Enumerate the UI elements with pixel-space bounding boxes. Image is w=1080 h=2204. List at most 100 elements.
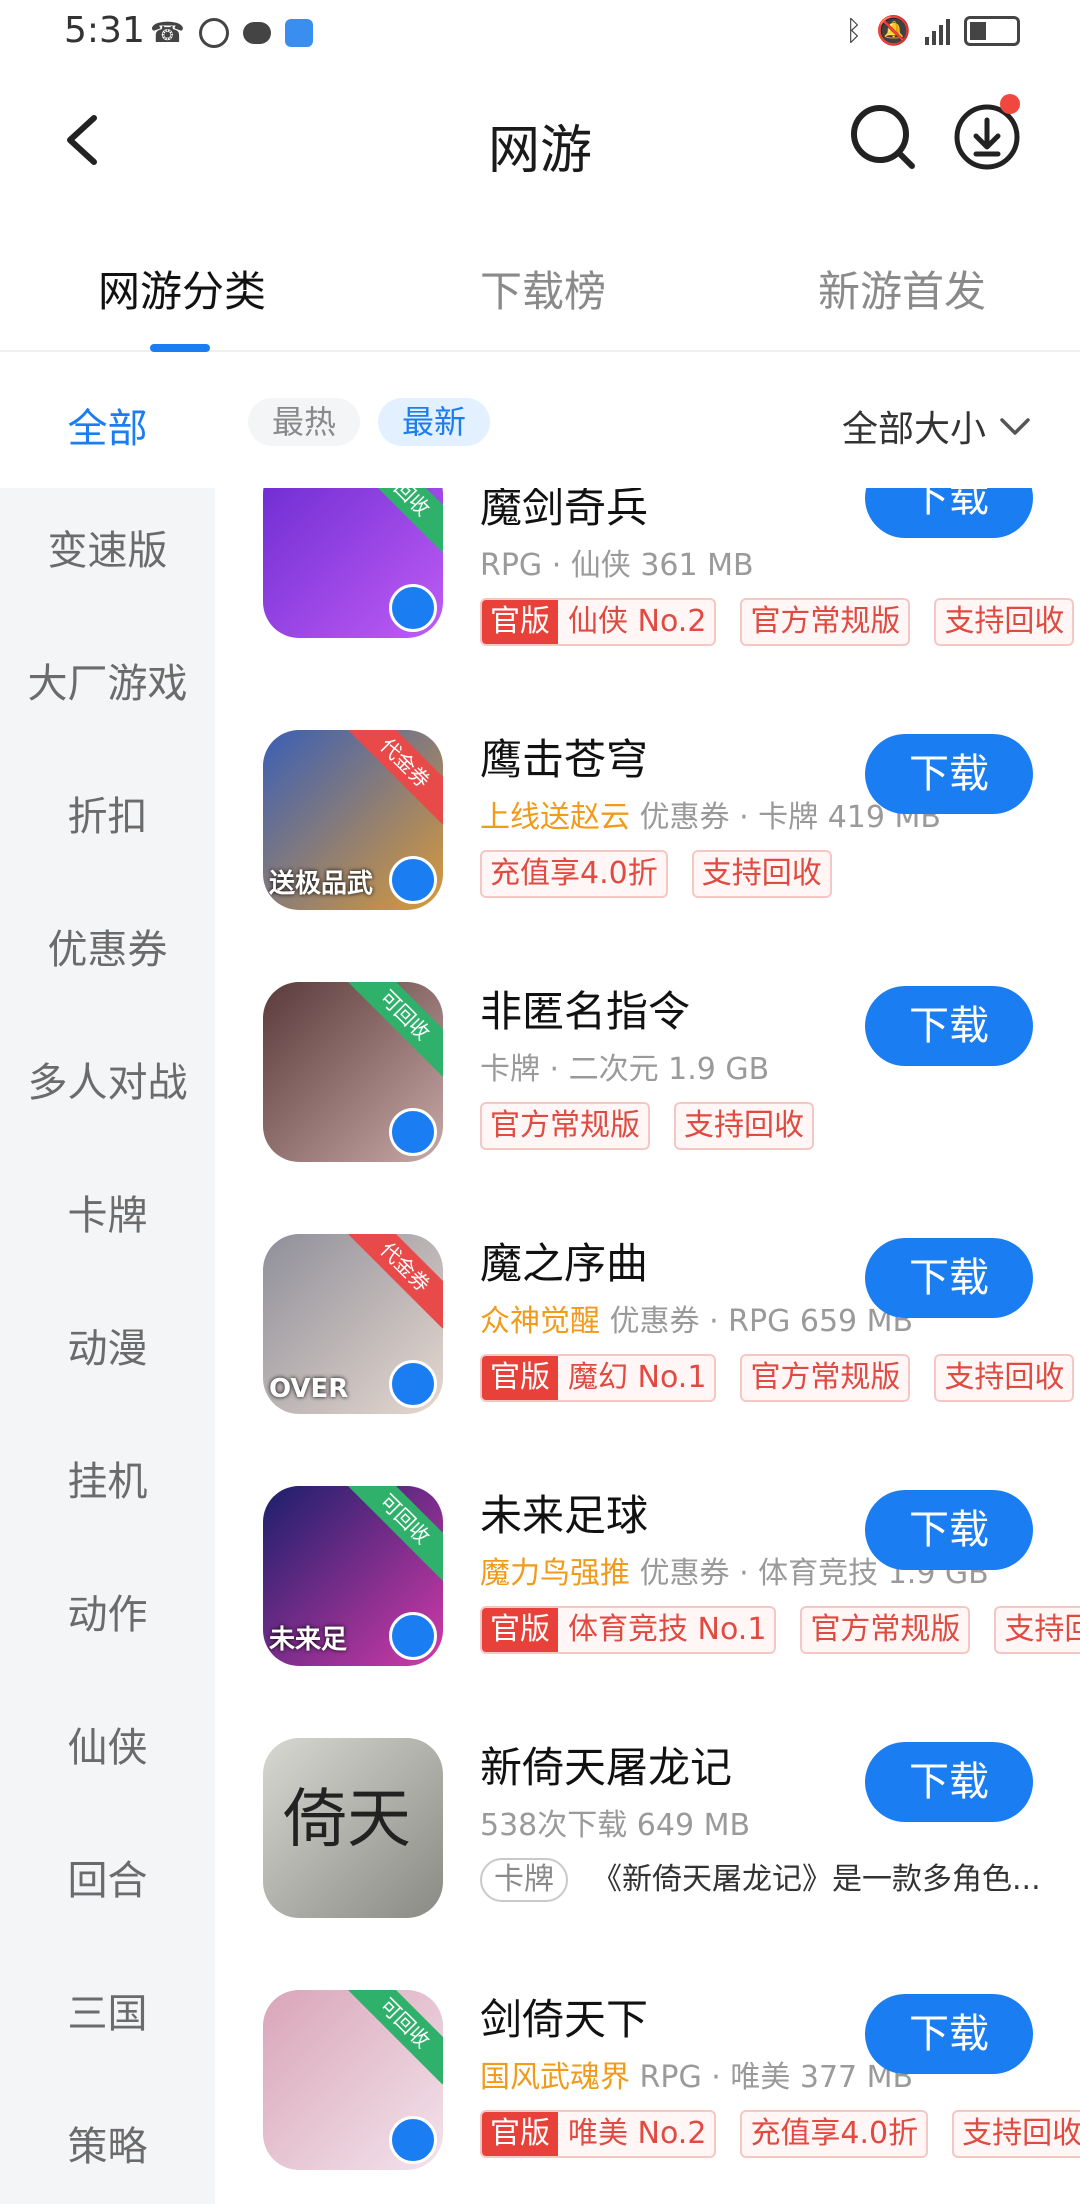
game-list-item[interactable]: 送极品武 代金券 鹰击苍穹上线送赵云 优惠券 · 卡牌 419 MB 充值享4.0折支… [215, 730, 1080, 982]
tag: 官方常规版 [800, 1606, 971, 1654]
tag: 官版 仙侠 No.2 [480, 598, 717, 646]
key-badge-icon [389, 1360, 437, 1408]
sidebar-item[interactable]: 优惠券 [0, 917, 215, 975]
sidebar-item[interactable]: 卡牌 [0, 1183, 215, 1241]
tag: 支持回 [994, 1606, 1080, 1654]
sidebar-item[interactable]: 折扣 [0, 784, 215, 842]
tag: 充值享4.0折 [480, 850, 668, 898]
sidebar-item[interactable]: 策略 [0, 2114, 215, 2172]
game-list-item[interactable]: 可回收 剑倚天下 国风武魂界 RPG · 唯美 377 MB 官版 唯美 No.2 充值享… [215, 1990, 1080, 2204]
game-meta: 上线送赵云 优惠券 · 卡牌 419 MB [480, 800, 941, 835]
tag: 官方常规版 [480, 1102, 650, 1150]
game-list: 可回收 魔剑奇兵 RPG · 仙侠 361 MB 官版 仙侠 No.2 官方常规版 支持回收… [215, 488, 1080, 2204]
notification-dot [1000, 94, 1020, 114]
missed-call-icon: ☎ [150, 16, 185, 49]
game-meta: 国风武魂界 RPG · 唯美 377 MB [480, 2060, 914, 2095]
game-meta: 538次下载 649 MB [480, 1808, 751, 1843]
cloud-icon [284, 18, 313, 47]
game-icon-artwork-text: 送极品武 [269, 869, 374, 899]
chevron-down-icon [1000, 418, 1030, 435]
tag-list: 官版 魔幻 No.1 官方常规版 支持回收 [480, 1354, 1075, 1402]
key-badge-icon [389, 584, 437, 632]
game-name: 魔之序曲 [480, 1239, 649, 1288]
tag: 官版 唯美 No.2 [480, 2110, 717, 2158]
genre-tag: 卡牌 [480, 1858, 568, 1902]
game-name: 非匿名指令 [480, 987, 691, 1036]
corner-ribbon: 代金券 [343, 730, 443, 825]
download-button[interactable]: 下载 [865, 488, 1033, 538]
game-icon[interactable]: 可回收 [263, 488, 443, 638]
download-button[interactable]: 下载 [865, 734, 1033, 814]
corner-ribbon: 可回收 [343, 1990, 443, 2085]
corner-ribbon: 代金券 [343, 1234, 443, 1329]
download-button[interactable]: 下载 [865, 1742, 1033, 1822]
game-meta: 众神觉醒 优惠券 · RPG 659 MB [480, 1304, 914, 1339]
game-meta: RPG · 仙侠 361 MB [480, 548, 754, 583]
game-description: 《新倚天屠龙记》是一款多角色... [592, 1862, 1041, 1897]
key-badge-icon [389, 1108, 437, 1156]
sort-new-chip[interactable]: 最新 [378, 398, 491, 446]
sidebar-item[interactable]: 动漫 [0, 1316, 215, 1374]
game-icon[interactable]: 倚天 [263, 1738, 443, 1918]
sidebar-item[interactable]: 挂机 [0, 1449, 215, 1507]
download-button[interactable]: 下载 [865, 1490, 1033, 1570]
download-button[interactable]: 下载 [865, 986, 1033, 1066]
tag: 支持回收 [934, 598, 1075, 646]
signal-icon [925, 17, 950, 45]
game-icon[interactable]: 可回收 [263, 982, 443, 1162]
key-badge-icon [389, 2116, 437, 2164]
loading-icon [198, 17, 229, 48]
key-badge-icon [389, 1612, 437, 1660]
sidebar-item[interactable]: 三国 [0, 1981, 215, 2039]
sidebar-item[interactable]: 动作 [0, 1582, 215, 1640]
tag: 支持回收 [952, 2110, 1080, 2158]
category-all[interactable]: 全部 [0, 396, 215, 454]
game-icon-artwork-text: 倚天 [283, 1783, 411, 1857]
game-icon-artwork-text: 未来足 [269, 1625, 348, 1655]
game-list-item[interactable]: 可回收 非匿名指令 卡牌 · 二次元 1.9 GB 官方常规版 支持回收 下载 [215, 982, 1080, 1234]
tag: 支持回收 [691, 850, 832, 898]
sidebar-item[interactable]: 大厂游戏 [0, 651, 215, 709]
status-system-icons: ᛒ 🔕 [845, 14, 1020, 47]
tag: 官版 体育竞技 No.1 [480, 1606, 777, 1654]
promo-text: 上线送赵云 [480, 800, 640, 835]
tab-category[interactable]: 网游分类 [98, 258, 266, 319]
download-button[interactable]: 下载 [865, 1238, 1033, 1318]
game-name: 剑倚天下 [480, 1995, 649, 2044]
sidebar-item[interactable]: 多人对战 [0, 1050, 215, 1108]
status-bar: 5:31 ☎ ᛒ 🔕 [0, 0, 1080, 64]
corner-ribbon: 可回收 [343, 982, 443, 1077]
tag: 支持回收 [934, 1354, 1075, 1402]
sort-hot-chip[interactable]: 最热 [248, 398, 361, 446]
tab-bar: 网游分类 下载榜 新游首发 [0, 240, 1080, 352]
game-icon[interactable]: 送极品武 代金券 [263, 730, 443, 910]
official-badge: 官版 [482, 1356, 558, 1400]
tab-download-rank[interactable]: 下载榜 [480, 258, 606, 319]
sidebar-item[interactable]: 变速版 [0, 518, 215, 576]
category-sidebar: 变速版大厂游戏折扣优惠券多人对战卡牌动漫挂机动作仙侠回合三国策略 [0, 488, 215, 2204]
sidebar-item[interactable]: 仙侠 [0, 1715, 215, 1773]
game-list-item[interactable]: 倚天 新倚天屠龙记 538次下载 649 MB 卡牌 《新倚天屠龙记》是一款多角色...… [215, 1738, 1080, 1990]
game-icon[interactable]: 未来足 可回收 [263, 1486, 443, 1666]
nav-bar: 网游 [0, 80, 1080, 200]
search-icon [851, 105, 915, 169]
game-icon[interactable]: 可回收 [263, 1990, 443, 2170]
tag: 官版 魔幻 No.1 [480, 1354, 717, 1402]
game-list-item[interactable]: OVER 代金券 魔之序曲众神觉醒 优惠券 · RPG 659 MB 官版 魔幻 No.… [215, 1234, 1080, 1486]
tag-list: 充值享4.0折 支持回收 [480, 850, 832, 898]
search-button[interactable] [848, 102, 918, 172]
game-meta: 卡牌 · 二次元 1.9 GB [480, 1052, 770, 1087]
battery-icon [964, 15, 1020, 46]
game-icon[interactable]: OVER 代金券 [263, 1234, 443, 1414]
game-list-item[interactable]: 未来足 可回收 未来足球 魔力鸟强推 优惠券 · 体育竞技 1.9 GB 官版 体育竞技 … [215, 1486, 1080, 1738]
official-badge: 官版 [482, 2112, 558, 2156]
game-list-item[interactable]: 可回收 魔剑奇兵 RPG · 仙侠 361 MB 官版 仙侠 No.2 官方常规版 支持回收… [215, 488, 1080, 730]
game-name: 未来足球 [480, 1491, 649, 1540]
download-button[interactable]: 下载 [865, 1994, 1033, 2074]
promo-text: 众神觉醒 [480, 1304, 610, 1339]
status-time: 5:31 [64, 10, 145, 51]
game-name: 鹰击苍穹 [480, 735, 649, 784]
size-filter-dropdown[interactable]: 全部大小 [842, 400, 1032, 452]
tab-new-release[interactable]: 新游首发 [818, 258, 986, 319]
sidebar-item[interactable]: 回合 [0, 1848, 215, 1906]
